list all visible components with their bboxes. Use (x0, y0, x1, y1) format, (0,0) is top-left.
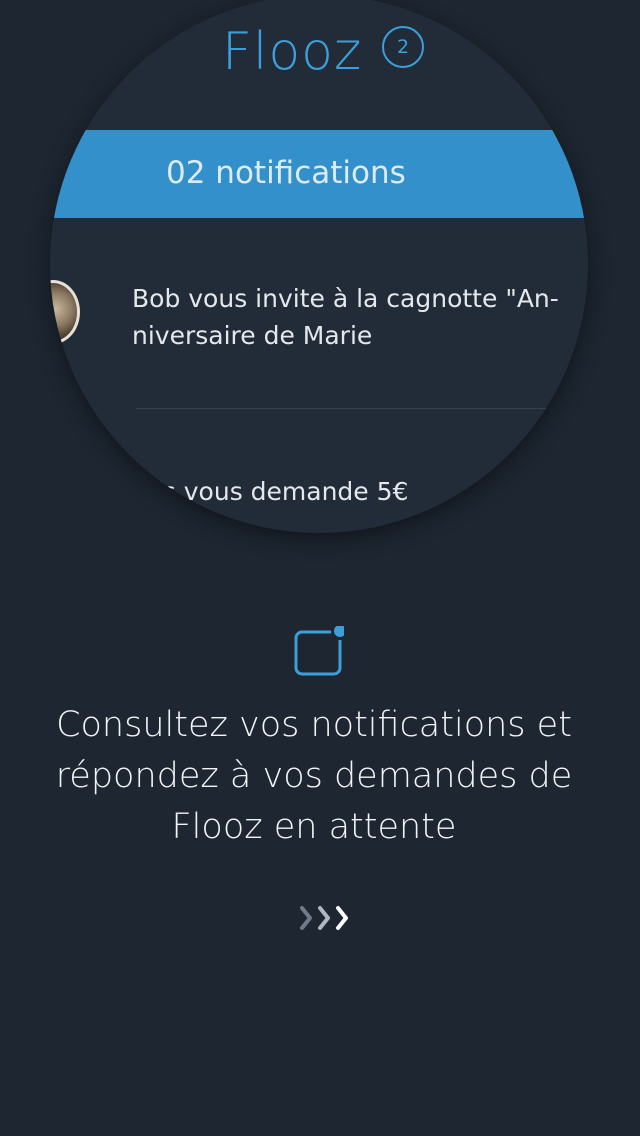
app-title: Flooz (222, 22, 363, 82)
chevron-right-icon (300, 906, 312, 930)
notification-item: Bob vous invite à la cagnotte "An-nivers… (132, 280, 588, 354)
divider (136, 408, 588, 409)
notification-icon (294, 626, 344, 676)
notification-count-badge: 2 (382, 26, 424, 68)
chevron-right-icon (318, 906, 330, 930)
onboarding-tagline: Consultez vos notifications et répondez … (20, 700, 608, 853)
next-button[interactable] (294, 898, 358, 938)
notification-text-line2: niversaire de Marie (132, 321, 373, 350)
tagline-line1: Consultez vos notifications et (56, 705, 572, 745)
notifications-banner-label: 02 notifications (166, 155, 406, 191)
notification-item: uis vous demande 5€ (140, 477, 409, 506)
chevron-right-icon (336, 906, 348, 930)
notifications-preview: Flooz 2 02 notifications Bob vous invite… (50, 0, 588, 533)
notifications-preview-lens: Flooz 2 02 notifications Bob vous invite… (50, 0, 588, 533)
notification-text-line1: Bob vous invite à la cagnotte "An- (132, 284, 559, 313)
avatar (50, 280, 80, 344)
tagline-line3: Flooz en attente (171, 807, 457, 847)
tagline-line2: répondez à vos demandes de (55, 756, 573, 796)
